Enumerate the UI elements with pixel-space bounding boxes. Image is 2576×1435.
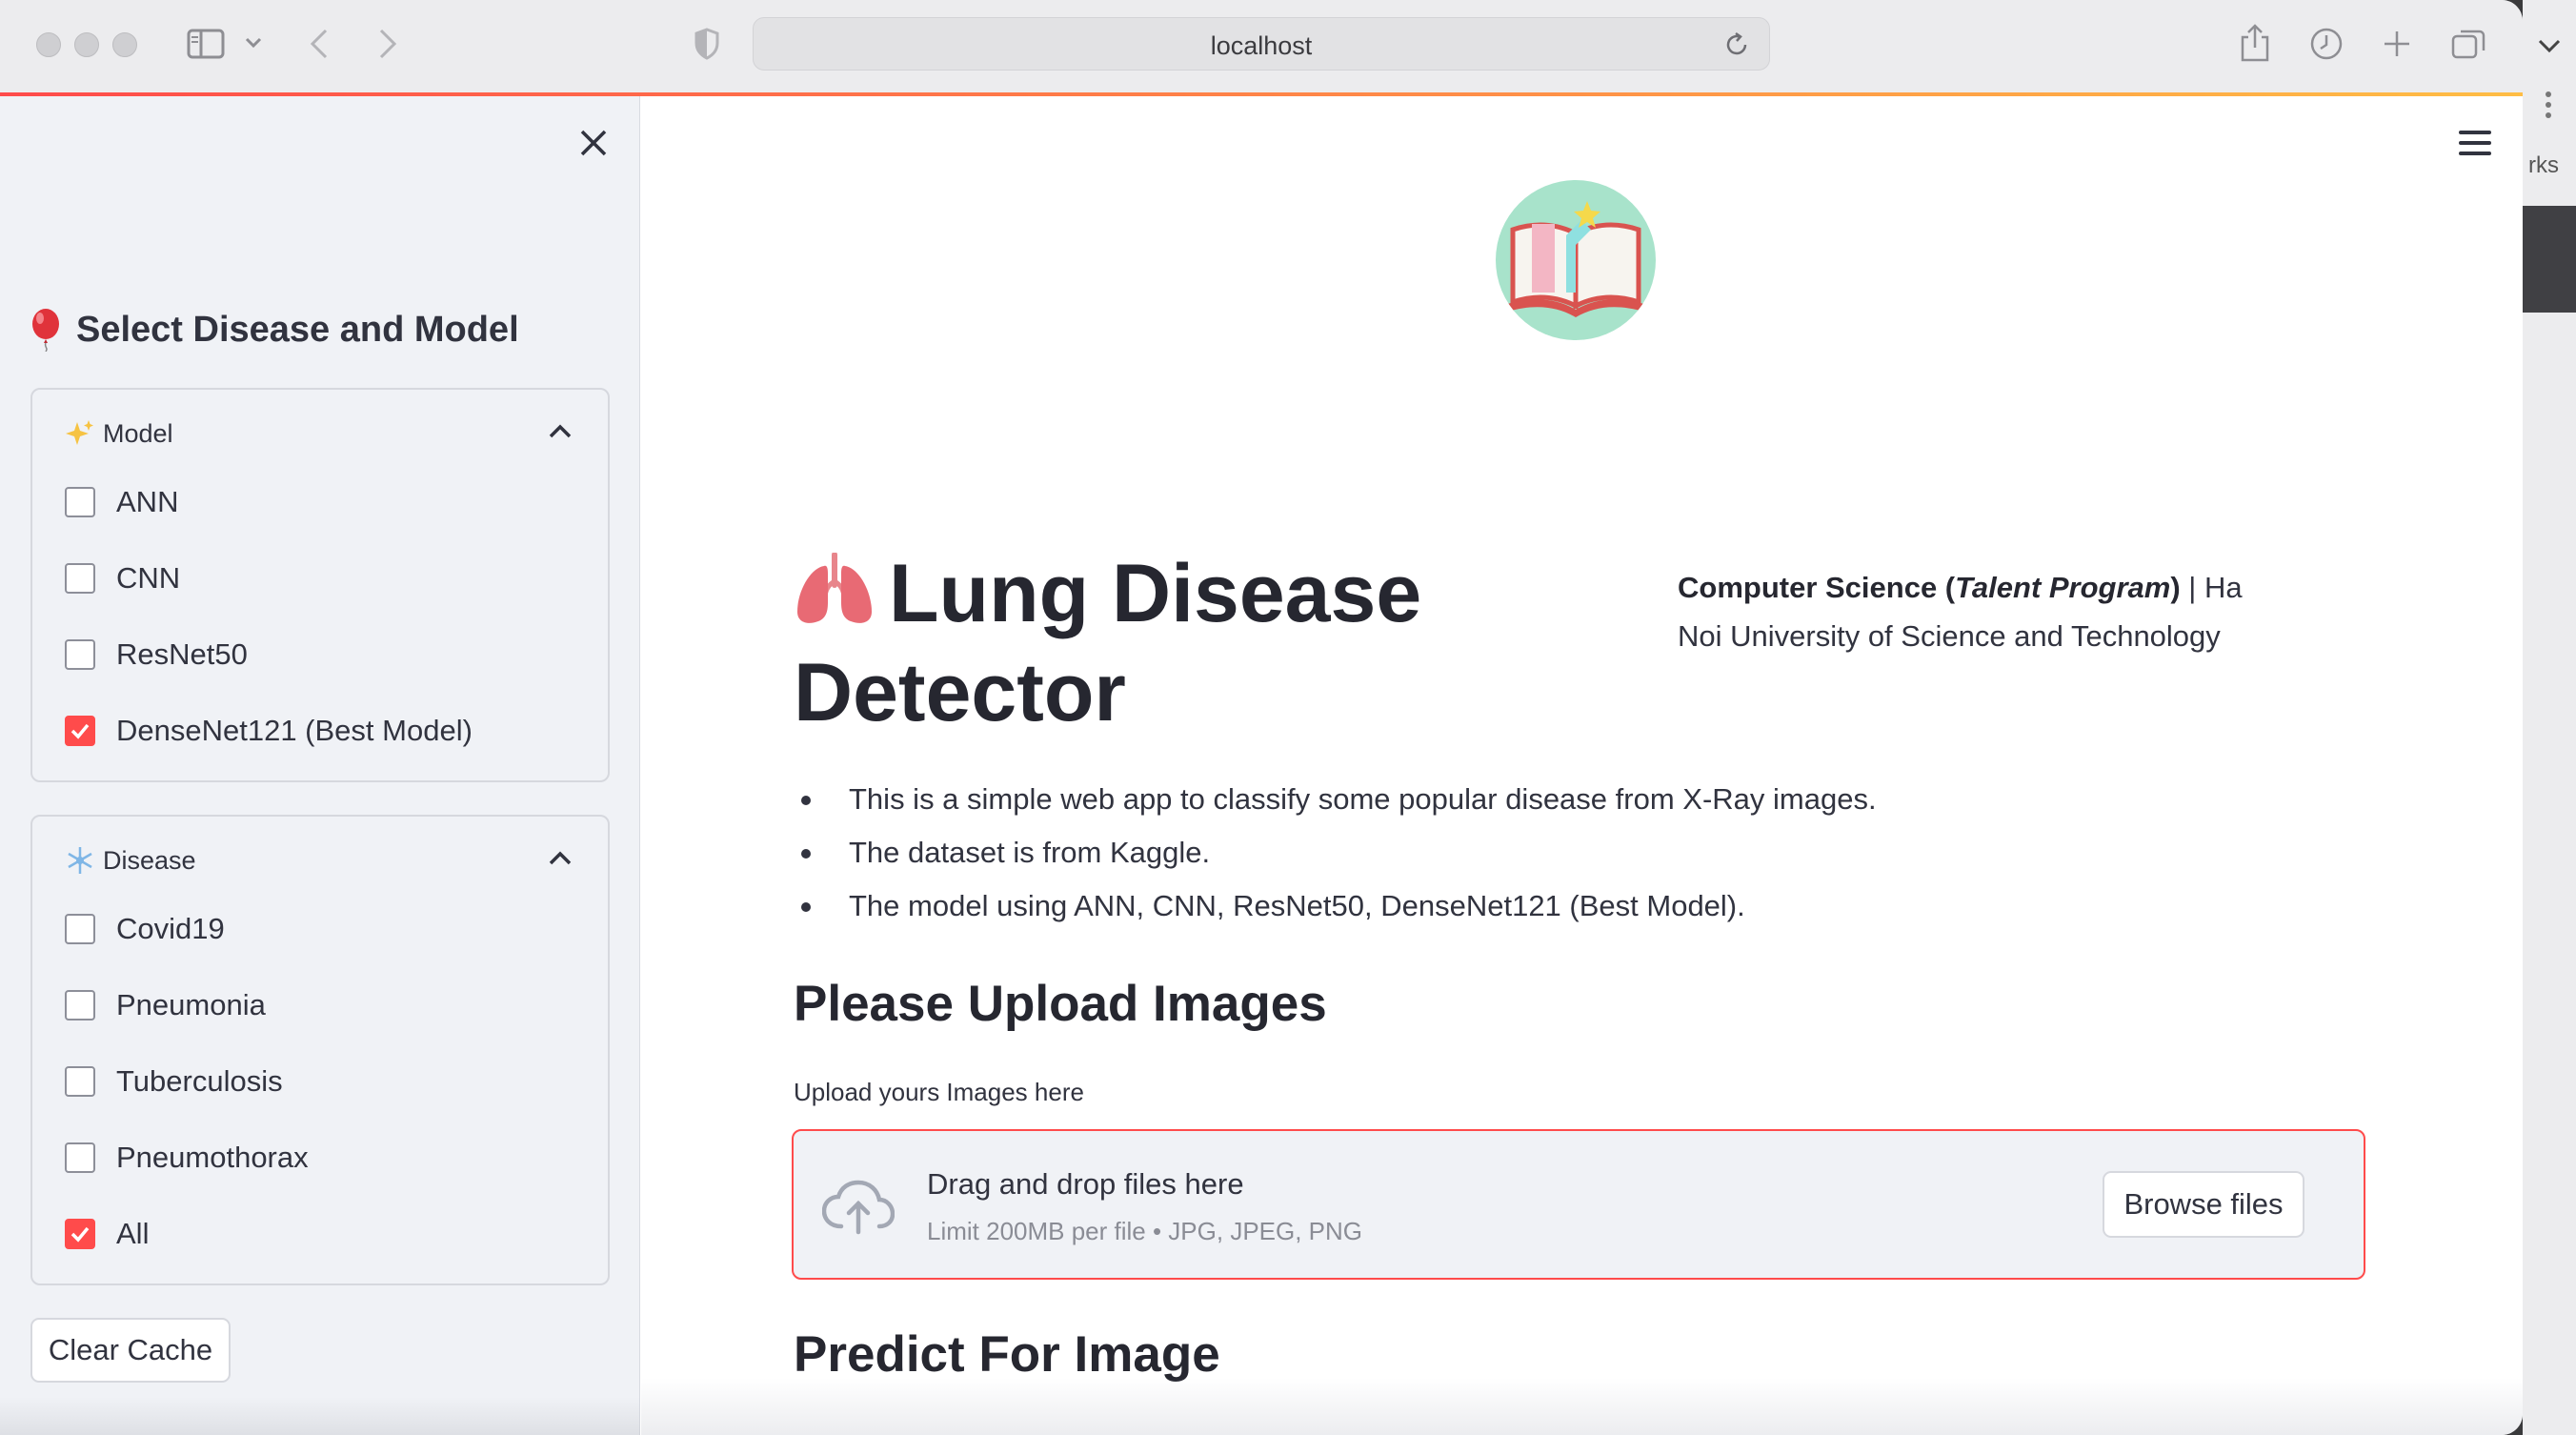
checkbox-all[interactable]: All <box>65 1217 149 1251</box>
clear-cache-button[interactable]: Clear Cache <box>30 1318 231 1383</box>
credit-bold-close: ) <box>2170 571 2181 604</box>
balloon-icon <box>32 309 59 352</box>
checkbox-box-checked[interactable] <box>65 1219 95 1249</box>
checkbox-label: Pneumothorax <box>116 1141 309 1174</box>
checkbox-box[interactable] <box>65 1142 95 1173</box>
snowflake-icon <box>68 847 92 874</box>
checkbox-box[interactable] <box>65 914 95 944</box>
checkbox-box[interactable] <box>65 1066 95 1097</box>
tab-overview-icon[interactable] <box>2450 27 2486 61</box>
checkbox-label: Tuberculosis <box>116 1064 283 1098</box>
model-expander: Model ANN CNN ResNet50 DenseNet121 (Best… <box>30 388 610 782</box>
open-book-icon <box>1507 201 1644 317</box>
checkbox-covid19[interactable]: Covid19 <box>65 912 225 946</box>
checkbox-label: CNN <box>116 561 181 595</box>
checkbox-box[interactable] <box>65 563 95 594</box>
address-bar[interactable]: localhost <box>753 17 1770 71</box>
sidebar-toggle-icon[interactable] <box>187 29 225 59</box>
checkbox-box[interactable] <box>65 639 95 670</box>
list-item: The dataset is from Kaggle. <box>795 834 1877 887</box>
cloud-upload-icon <box>822 1180 895 1235</box>
hamburger-menu-icon[interactable] <box>2459 131 2491 155</box>
history-clock-icon[interactable] <box>2309 27 2344 61</box>
checkbox-label: Pneumonia <box>116 988 266 1021</box>
checkbox-tuberculosis[interactable]: Tuberculosis <box>65 1064 283 1099</box>
checkbox-label: All <box>116 1217 150 1250</box>
checkbox-label: Covid19 <box>116 912 225 945</box>
back-arrow-icon[interactable] <box>307 27 332 61</box>
browse-files-button[interactable]: Browse files <box>2103 1171 2304 1238</box>
checkmark-icon <box>70 1226 90 1243</box>
checkbox-cnn[interactable]: CNN <box>65 561 180 596</box>
checkbox-resnet50[interactable]: ResNet50 <box>65 637 248 672</box>
background-window-edge: rks <box>2523 0 2576 1435</box>
disease-expander: Disease Covid19 Pneumonia Tuberculosis P… <box>30 815 610 1285</box>
checkbox-label: ResNet50 <box>116 637 248 671</box>
checkbox-box[interactable] <box>65 487 95 517</box>
page-title: Lung Disease Detector <box>794 544 1460 742</box>
list-item: This is a simple web app to classify som… <box>795 780 1877 834</box>
new-tab-plus-icon[interactable] <box>2382 29 2412 59</box>
page-title-text: Lung Disease Detector <box>794 548 1422 738</box>
checkbox-densenet121[interactable]: DenseNet121 (Best Model) <box>65 714 473 748</box>
checkbox-pneumonia[interactable]: Pneumonia <box>65 988 266 1022</box>
sidebar-bottom-fade <box>0 1397 640 1435</box>
browser-toolbar: localhost <box>0 0 2523 93</box>
share-icon[interactable] <box>2239 23 2271 63</box>
upload-heading: Please Upload Images <box>794 976 1327 1032</box>
checkmark-icon <box>70 723 90 739</box>
reload-icon[interactable] <box>1721 30 1752 60</box>
checkbox-ann[interactable]: ANN <box>65 485 178 519</box>
main-content: Lung Disease Detector Computer Science (… <box>641 96 2523 1435</box>
chevron-up-icon[interactable] <box>547 849 574 868</box>
dropzone-limits: Limit 200MB per file • JPG, JPEG, PNG <box>927 1217 1363 1245</box>
background-window-text: rks <box>2528 152 2559 178</box>
dropzone-title: Drag and drop files here <box>927 1167 1244 1201</box>
privacy-shield-icon[interactable] <box>694 27 720 61</box>
chevron-down-icon[interactable] <box>244 36 263 50</box>
disease-expander-header[interactable]: Disease <box>65 845 196 876</box>
model-expander-header[interactable]: Model <box>65 418 173 449</box>
checkbox-label: DenseNet121 (Best Model) <box>116 714 473 747</box>
checkbox-pneumothorax[interactable]: Pneumothorax <box>65 1141 309 1175</box>
checkbox-box[interactable] <box>65 990 95 1021</box>
sparkles-icon <box>66 420 93 445</box>
sidebar-title: Select Disease and Model <box>29 308 519 352</box>
credit-text: Computer Science (Talent Program) | Ha N… <box>1678 563 2287 660</box>
checkbox-box-checked[interactable] <box>65 716 95 746</box>
list-item: The model using ANN, CNN, ResNet50, Dens… <box>795 887 1877 940</box>
model-expander-label: Model <box>103 418 173 448</box>
zoom-window-button[interactable] <box>112 32 137 57</box>
predict-heading: Predict For Image <box>794 1326 1220 1383</box>
url-text: localhost <box>1210 31 1313 60</box>
checkbox-label: ANN <box>116 485 179 518</box>
sidebar-title-text: Select Disease and Model <box>76 309 519 350</box>
credit-italic: Talent Program <box>1955 571 2171 604</box>
browser-window: localhost Select Disease and Model Model… <box>0 0 2523 1435</box>
lungs-icon <box>797 553 872 623</box>
minimize-window-button[interactable] <box>74 32 99 57</box>
book-logo-image <box>1496 180 1656 340</box>
disease-expander-label: Disease <box>103 845 196 875</box>
chevron-up-icon[interactable] <box>547 422 574 441</box>
file-dropzone[interactable]: Drag and drop files here Limit 200MB per… <box>792 1129 2365 1280</box>
upload-label: Upload yours Images here <box>794 1078 1084 1106</box>
close-window-button[interactable] <box>36 32 61 57</box>
sidebar: Select Disease and Model Model ANN CNN R… <box>0 96 640 1435</box>
main-bottom-fade <box>641 1378 2523 1435</box>
background-window-block <box>2523 206 2576 313</box>
more-vertical-icon <box>2546 91 2551 123</box>
info-bullet-list: This is a simple web app to classify som… <box>795 780 1877 940</box>
close-sidebar-icon[interactable] <box>577 127 610 159</box>
forward-arrow-icon[interactable] <box>375 27 400 61</box>
chevron-down-icon <box>2538 39 2561 53</box>
credit-bold: Computer Science ( <box>1678 571 1956 604</box>
